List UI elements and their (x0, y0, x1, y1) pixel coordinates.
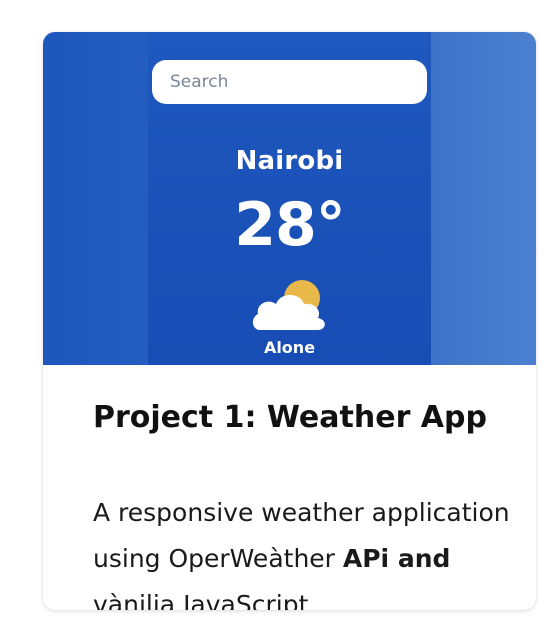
weather-app-screen: Nairobi 28° Alone (148, 32, 431, 365)
description-line: A responsive weather application (93, 498, 510, 527)
search-input[interactable] (152, 60, 427, 104)
description-text: using OperWeàther (93, 544, 343, 573)
weather-condition: Alone (263, 338, 316, 357)
description-line: using OperWeàther APi and (93, 536, 533, 582)
project-title: Project 1: Weather App (93, 400, 487, 435)
project-card[interactable]: Nairobi 28° Alone Project 1: Weather App… (43, 32, 536, 610)
partly-cloudy-icon (252, 280, 325, 330)
temperature: 28° (234, 190, 346, 260)
project-description: A responsive weather application using O… (93, 490, 533, 610)
city-name: Nairobi (235, 146, 344, 176)
description-line: vànilia JavaScript (93, 590, 309, 610)
description-emphasis: APi and (342, 544, 451, 573)
project-preview-image: Nairobi 28° Alone (43, 32, 536, 365)
